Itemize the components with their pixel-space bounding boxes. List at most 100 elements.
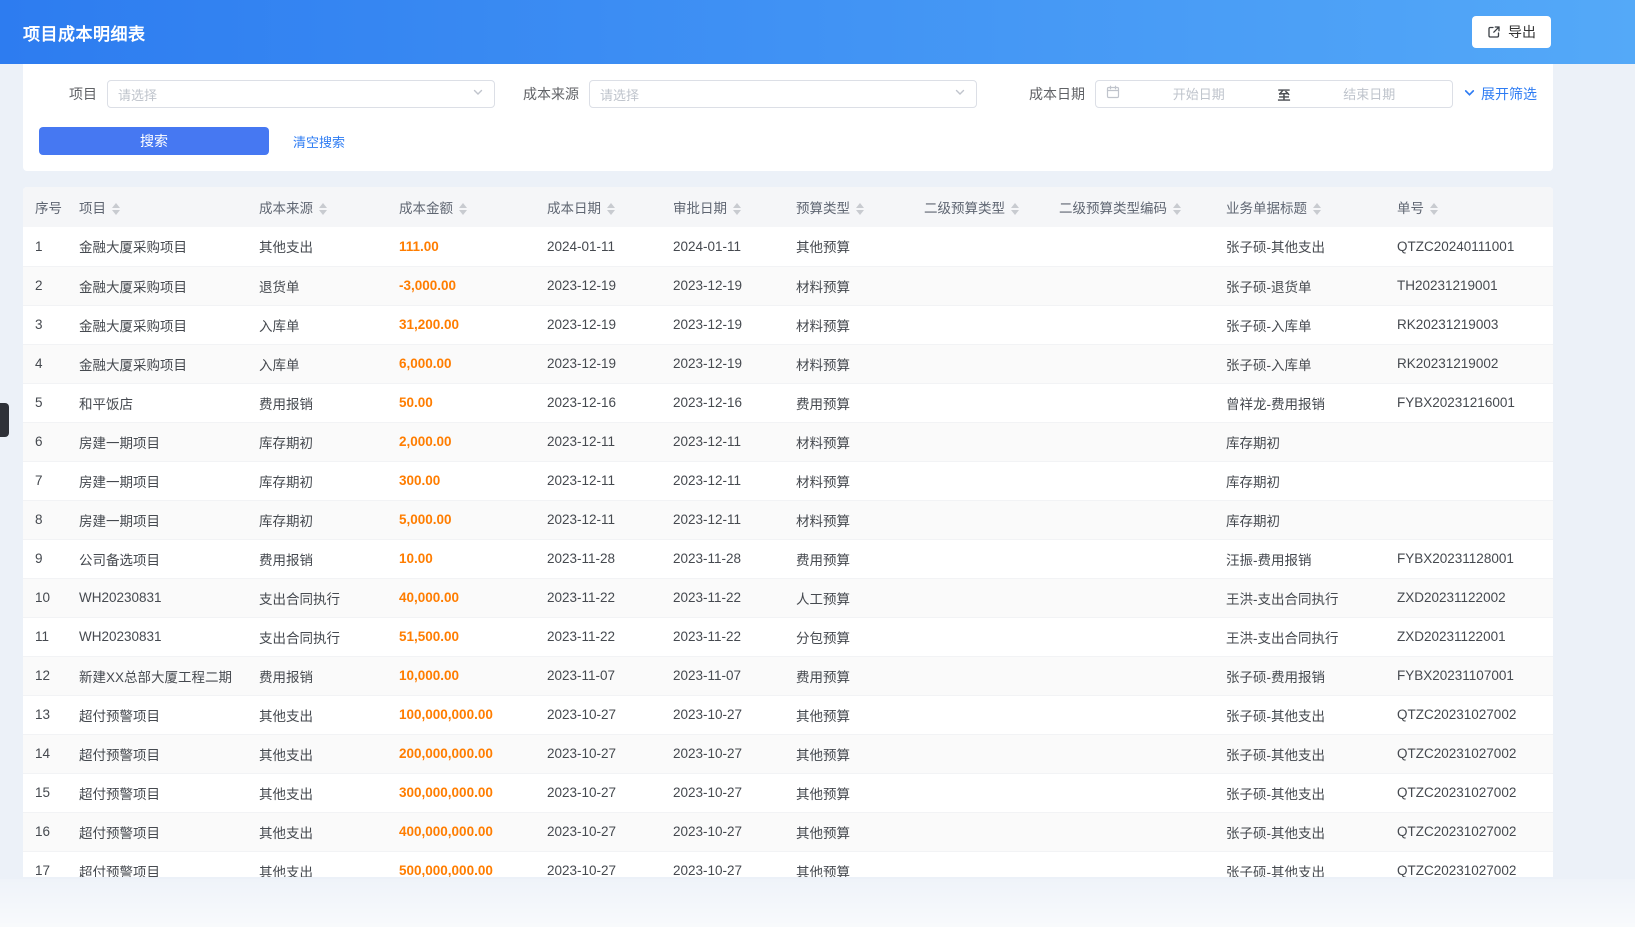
- table-row[interactable]: 4金融大厦采购项目入库单6,000.002023-12-192023-12-19…: [23, 344, 1553, 383]
- cell-cost-amount: 200,000,000.00: [387, 734, 535, 773]
- cell-project: 金融大厦采购项目: [67, 344, 247, 383]
- expand-filters-link[interactable]: 展开筛选: [1463, 84, 1537, 104]
- column-label: 业务单据标题: [1226, 201, 1307, 216]
- project-select[interactable]: 请选择: [107, 80, 495, 108]
- column-header-project[interactable]: 项目: [67, 187, 247, 227]
- sort-icon[interactable]: [1430, 203, 1438, 215]
- cell-project: 超付预警项目: [67, 851, 247, 877]
- table-row[interactable]: 9公司备选项目费用报销10.002023-11-282023-11-28费用预算…: [23, 539, 1553, 578]
- sort-icon[interactable]: [1313, 203, 1321, 215]
- table-row[interactable]: 2金融大厦采购项目退货单-3,000.002023-12-192023-12-1…: [23, 266, 1553, 305]
- cell-secondary-budget-type-code: [1047, 539, 1214, 578]
- cell-cost-date: 2023-11-22: [535, 617, 661, 656]
- cell-secondary-budget-type: [912, 734, 1047, 773]
- table-row[interactable]: 8房建一期项目库存期初5,000.002023-12-112023-12-11材…: [23, 500, 1553, 539]
- sort-icon[interactable]: [319, 203, 327, 215]
- cell-budget-type: 费用预算: [784, 656, 912, 695]
- table-row[interactable]: 5和平饭店费用报销50.002023-12-162023-12-16费用预算曾祥…: [23, 383, 1553, 422]
- cell-document-no: FYBX20231216001: [1385, 383, 1553, 422]
- cell-document-no: QTZC20231027002: [1385, 812, 1553, 851]
- cell-index: 14: [23, 734, 67, 773]
- table-row[interactable]: 7房建一期项目库存期初300.002023-12-112023-12-11材料预…: [23, 461, 1553, 500]
- column-header-secondary-budget-type[interactable]: 二级预算类型: [912, 187, 1047, 227]
- cell-document-title: 张子硕-其他支出: [1214, 812, 1385, 851]
- cell-document-no: QTZC20231027002: [1385, 695, 1553, 734]
- cell-approval-date: 2023-12-11: [661, 500, 784, 539]
- drawer-handle[interactable]: [0, 403, 9, 437]
- table-row[interactable]: 12新建XX总部大厦工程二期费用报销10,000.002023-11-07202…: [23, 656, 1553, 695]
- cell-document-title: 库存期初: [1214, 500, 1385, 539]
- column-header-cost-amount[interactable]: 成本金额: [387, 187, 535, 227]
- cell-document-title: 张子硕-其他支出: [1214, 773, 1385, 812]
- cell-index: 10: [23, 578, 67, 617]
- cell-approval-date: 2023-11-28: [661, 539, 784, 578]
- table-row[interactable]: 10WH20230831支出合同执行40,000.002023-11-22202…: [23, 578, 1553, 617]
- column-header-cost-source[interactable]: 成本来源: [247, 187, 387, 227]
- cell-secondary-budget-type-code: [1047, 305, 1214, 344]
- cell-budget-type: 其他预算: [784, 851, 912, 877]
- clear-search-link[interactable]: 清空搜索: [293, 132, 345, 151]
- page-title: 项目成本明细表: [23, 20, 146, 45]
- cell-approval-date: 2023-12-11: [661, 422, 784, 461]
- search-button[interactable]: 搜索: [39, 127, 269, 155]
- sort-icon[interactable]: [112, 203, 120, 215]
- cell-index: 17: [23, 851, 67, 877]
- cost-source-filter: 成本来源 请选择: [523, 80, 977, 108]
- column-header-secondary-budget-type-code[interactable]: 二级预算类型编码: [1047, 187, 1214, 227]
- end-date-input[interactable]: [1297, 87, 1443, 102]
- table-row[interactable]: 16超付预警项目其他支出400,000,000.002023-10-272023…: [23, 812, 1553, 851]
- sort-icon[interactable]: [459, 203, 467, 215]
- cell-budget-type: 材料预算: [784, 500, 912, 539]
- cell-cost-amount: 10,000.00: [387, 656, 535, 695]
- start-date-input[interactable]: [1126, 87, 1272, 102]
- cell-secondary-budget-type: [912, 500, 1047, 539]
- cell-document-title: 库存期初: [1214, 461, 1385, 500]
- column-header-budget-type[interactable]: 预算类型: [784, 187, 912, 227]
- cell-budget-type: 其他预算: [784, 734, 912, 773]
- column-label: 二级预算类型: [924, 201, 1005, 216]
- cell-document-title: 张子硕-入库单: [1214, 305, 1385, 344]
- sort-icon[interactable]: [1173, 203, 1181, 215]
- column-label: 单号: [1397, 201, 1424, 216]
- column-header-document-no[interactable]: 单号: [1385, 187, 1553, 227]
- chevron-down-icon: [954, 85, 966, 103]
- cell-cost-amount: 2,000.00: [387, 422, 535, 461]
- table-row[interactable]: 6房建一期项目库存期初2,000.002023-12-112023-12-11材…: [23, 422, 1553, 461]
- table-row[interactable]: 13超付预警项目其他支出100,000,000.002023-10-272023…: [23, 695, 1553, 734]
- cell-cost-amount: 51,500.00: [387, 617, 535, 656]
- sort-icon[interactable]: [856, 203, 864, 215]
- cell-index: 2: [23, 266, 67, 305]
- column-header-document-title[interactable]: 业务单据标题: [1214, 187, 1385, 227]
- table-row[interactable]: 17超付预警项目其他支出500,000,000.002023-10-272023…: [23, 851, 1553, 877]
- cell-secondary-budget-type: [912, 851, 1047, 877]
- cost-source-select[interactable]: 请选择: [589, 80, 977, 108]
- cell-approval-date: 2023-10-27: [661, 851, 784, 877]
- cell-budget-type: 其他预算: [784, 227, 912, 266]
- column-label: 序号: [35, 201, 62, 216]
- table-row[interactable]: 11WH20230831支出合同执行51,500.002023-11-22202…: [23, 617, 1553, 656]
- cost-date-range-picker[interactable]: 至: [1095, 80, 1453, 108]
- column-header-cost-date[interactable]: 成本日期: [535, 187, 661, 227]
- cell-cost-date: 2023-12-19: [535, 344, 661, 383]
- sort-icon[interactable]: [733, 203, 741, 215]
- cell-cost-date: 2023-12-11: [535, 422, 661, 461]
- project-select-placeholder: 请选择: [118, 85, 157, 104]
- cell-secondary-budget-type: [912, 461, 1047, 500]
- table-row[interactable]: 15超付预警项目其他支出300,000,000.002023-10-272023…: [23, 773, 1553, 812]
- column-label: 审批日期: [673, 201, 727, 216]
- column-label: 成本日期: [547, 201, 601, 216]
- cell-document-no: QTZC20231027002: [1385, 734, 1553, 773]
- cell-cost-source: 库存期初: [247, 422, 387, 461]
- column-header-approval-date[interactable]: 审批日期: [661, 187, 784, 227]
- table-row[interactable]: 14超付预警项目其他支出200,000,000.002023-10-272023…: [23, 734, 1553, 773]
- export-button[interactable]: 导出: [1472, 16, 1551, 48]
- cell-secondary-budget-type-code: [1047, 500, 1214, 539]
- cell-secondary-budget-type-code: [1047, 578, 1214, 617]
- table-row[interactable]: 1金融大厦采购项目其他支出111.002024-01-112024-01-11其…: [23, 227, 1553, 266]
- cell-project: 超付预警项目: [67, 734, 247, 773]
- sort-icon[interactable]: [1011, 203, 1019, 215]
- cell-budget-type: 费用预算: [784, 383, 912, 422]
- table-row[interactable]: 3金融大厦采购项目入库单31,200.002023-12-192023-12-1…: [23, 305, 1553, 344]
- sort-icon[interactable]: [607, 203, 615, 215]
- cell-cost-amount: 300.00: [387, 461, 535, 500]
